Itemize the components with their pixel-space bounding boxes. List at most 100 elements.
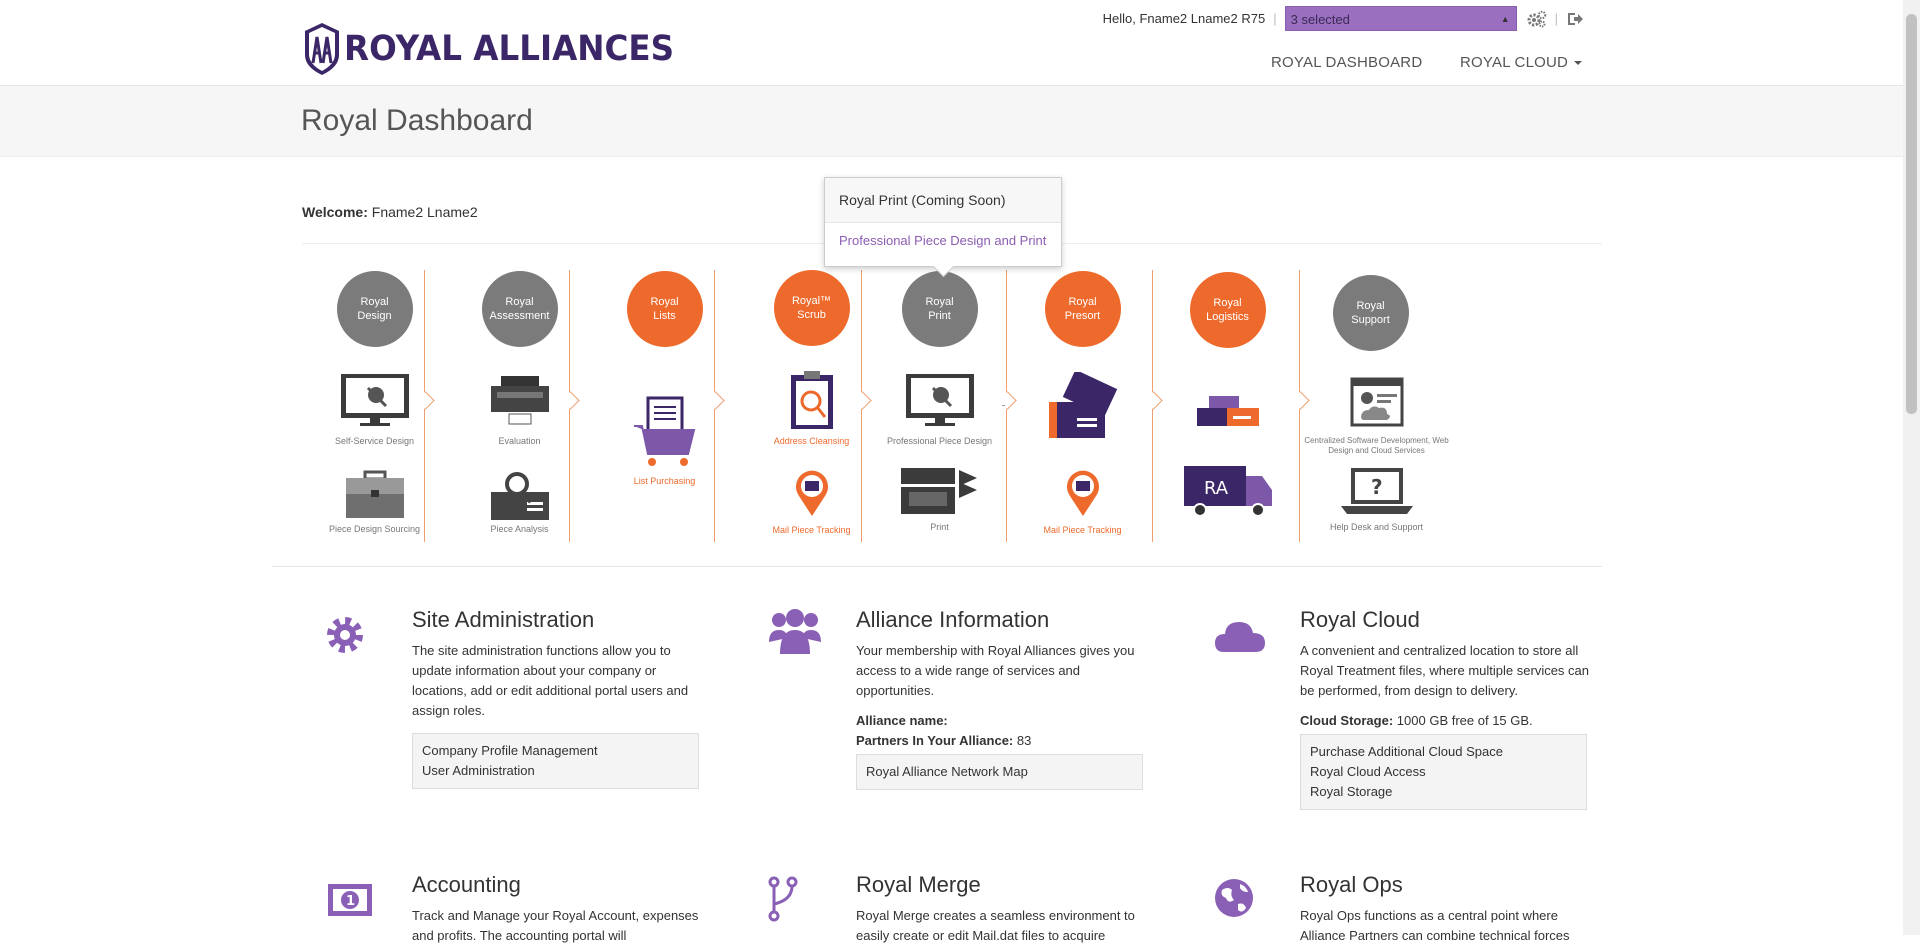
partners-count: 83 <box>1016 733 1032 748</box>
alliance-name-label: Alliance name: <box>856 713 948 728</box>
svg-text:1: 1 <box>346 894 355 909</box>
process-step-print: Royal Print Professional Piece Design Pri… <box>867 266 1012 542</box>
separator: | <box>1554 11 1558 26</box>
svg-text:?: ? <box>1371 475 1383 499</box>
code-fork-icon <box>768 876 798 922</box>
alliance-information-title: Alliance Information <box>856 607 1050 632</box>
caption-professional-piece-design[interactable]: Professional Piece Design <box>867 436 1012 446</box>
caret-down-icon <box>1574 61 1583 66</box>
alliance-name-row: Alliance name: <box>856 711 1146 731</box>
royal-ops-title: Royal Ops <box>1300 872 1403 897</box>
royal-design-circle[interactable]: Royal Design <box>336 271 413 347</box>
process-step-logistics: Royal Logistics RA <box>1155 266 1300 542</box>
welcome-label: Welcome: <box>302 204 368 220</box>
monitor-icon <box>905 374 974 426</box>
caption-list-purchasing[interactable]: List Purchasing <box>592 476 737 486</box>
link-user-administration[interactable]: User Administration <box>422 761 689 781</box>
caption-mail-piece-tracking[interactable]: Mail Piece Tracking <box>1010 525 1155 535</box>
royal-alliances-logo[interactable]: ROYAL ALLIANCES <box>302 20 699 78</box>
delivery-truck-icon: RA <box>1183 466 1272 517</box>
multiselect-value: 3 selected <box>1290 12 1350 27</box>
user-bar: Hello, Fname2 Lname2 R75 | 3 selected ▲ … <box>1103 6 1584 31</box>
monitor-icon <box>340 374 409 426</box>
map-pin-icon <box>1066 470 1099 516</box>
accounting-title: Accounting <box>412 872 521 897</box>
royal-merge-desc: Royal Merge creates a seamless environme… <box>856 908 1135 943</box>
royal-cloud-title: Royal Cloud <box>1300 607 1420 632</box>
partners-row: Partners In Your Alliance: 83 <box>856 731 1146 751</box>
user-greeting: Hello, Fname2 Lname2 R75 <box>1102 11 1266 26</box>
royal-presort-circle[interactable]: Royal Presort <box>1044 271 1121 347</box>
caption-print[interactable]: Print <box>867 522 1012 532</box>
royal-print-circle[interactable]: Royal Print <box>901 271 978 347</box>
page-title: Royal Dashboard <box>301 104 533 137</box>
vertical-scrollbar[interactable] <box>1903 0 1920 935</box>
briefcase-icon <box>345 470 404 518</box>
process-strip: Royal Design Self-Service Design Piece De… <box>302 266 1477 542</box>
royal-cloud-desc: A convenient and centralized location to… <box>1300 643 1590 698</box>
link-royal-cloud-access[interactable]: Royal Cloud Access <box>1310 762 1577 782</box>
logout-icon[interactable] <box>1566 11 1584 27</box>
caption-self-service-design[interactable]: Self-Service Design <box>302 436 447 446</box>
cloud-icon <box>1215 622 1265 652</box>
caption-piece-analysis[interactable]: Piece Analysis <box>447 524 592 534</box>
popover-title: Royal Print (Coming Soon) <box>825 178 1061 223</box>
cloud-storage-row: Cloud Storage: 1000 GB free of 15 GB. <box>1300 711 1590 731</box>
nav-royal-cloud-label: ROYAL CLOUD <box>1460 54 1569 71</box>
caption-mail-piece-tracking[interactable]: Mail Piece Tracking <box>739 525 884 535</box>
help-laptop-icon: ? <box>1340 468 1413 514</box>
printer-icon <box>900 468 977 514</box>
list-cart-icon <box>633 396 695 466</box>
site-administration-section: Site Administration The site administrat… <box>412 607 702 789</box>
partners-label: Partners In Your Alliance: <box>856 733 1014 748</box>
royal-scrub-circle[interactable]: Royal™ Scrub <box>773 270 850 346</box>
select-arrows-icon: ▲ <box>1500 14 1510 24</box>
royal-assessment-circle[interactable]: Royal Assessment <box>481 271 558 347</box>
nav-royal-cloud[interactable]: ROYAL CLOUD <box>1460 54 1583 71</box>
gear-icon <box>327 617 363 653</box>
link-purchase-additional-cloud-space[interactable]: Purchase Additional Cloud Space <box>1310 742 1577 762</box>
royal-lists-circle[interactable]: Royal Lists <box>626 271 703 347</box>
caption-help-desk-support[interactable]: Help Desk and Support <box>1304 522 1449 532</box>
top-header: ROYAL ALLIANCES Hello, Fname2 Lname2 R75… <box>0 0 1903 86</box>
shield-logo-icon <box>305 23 339 75</box>
settings-gears-icon[interactable] <box>1527 10 1547 28</box>
site-administration-desc: The site administration functions allow … <box>412 643 689 718</box>
popover-link-professional-piece[interactable]: Professional Piece Design and Print <box>825 223 1061 248</box>
site-administration-links: Company Profile Management User Administ… <box>412 733 699 789</box>
cloud-storage-label: Cloud Storage: <box>1300 713 1394 728</box>
scrollbar-thumb[interactable] <box>1906 14 1917 414</box>
brand-name: ROYAL ALLIANCES <box>344 29 675 69</box>
caption-evaluation[interactable]: Evaluation <box>447 436 592 446</box>
accounting-desc: Track and Manage your Royal Account, exp… <box>412 908 699 943</box>
royal-support-circle[interactable]: Royal Support <box>1332 275 1409 351</box>
royal-print-popover: Royal Print (Coming Soon) Professional P… <box>824 177 1062 278</box>
caption-address-cleansing[interactable]: Address Cleansing <box>739 436 884 446</box>
web-window-icon <box>1350 377 1403 427</box>
nav-royal-dashboard[interactable]: ROYAL DASHBOARD <box>1271 54 1422 71</box>
users-group-icon <box>769 609 821 654</box>
clipboard-search-icon <box>790 371 833 429</box>
separator: | <box>1273 11 1277 26</box>
caption-software-development[interactable]: Centralized Software Development, Web De… <box>1304 436 1449 456</box>
royal-logistics-circle[interactable]: Royal Logistics <box>1189 272 1266 348</box>
welcome-name: Fname2 Lname2 <box>371 204 478 220</box>
alliance-information-desc: Your membership with Royal Alliances giv… <box>856 643 1135 698</box>
cloud-storage-value: 1000 GB free of 15 GB. <box>1396 713 1533 728</box>
link-royal-alliance-network-map[interactable]: Royal Alliance Network Map <box>866 762 1133 782</box>
globe-icon <box>1215 879 1253 917</box>
link-royal-storage[interactable]: Royal Storage <box>1310 782 1577 802</box>
analysis-magnifier-icon <box>490 472 549 520</box>
page-title-band <box>0 86 1903 157</box>
site-administration-title: Site Administration <box>412 607 595 632</box>
royal-cloud-links: Purchase Additional Cloud Space Royal Cl… <box>1300 734 1587 810</box>
scanner-machine-icon <box>490 376 549 425</box>
alliance-information-section: Alliance Information Your membership wit… <box>856 607 1146 790</box>
link-company-profile-management[interactable]: Company Profile Management <box>422 741 689 761</box>
welcome-line: Welcome: Fname2 Lname2 <box>302 204 478 220</box>
caption-piece-design-sourcing[interactable]: Piece Design Sourcing <box>302 524 447 534</box>
royal-ops-desc: Royal Ops functions as a central point w… <box>1300 908 1570 943</box>
account-multiselect[interactable]: 3 selected ▲ <box>1284 6 1517 31</box>
svg-text:RA: RA <box>1204 478 1229 499</box>
alliance-information-links: Royal Alliance Network Map <box>856 754 1143 790</box>
